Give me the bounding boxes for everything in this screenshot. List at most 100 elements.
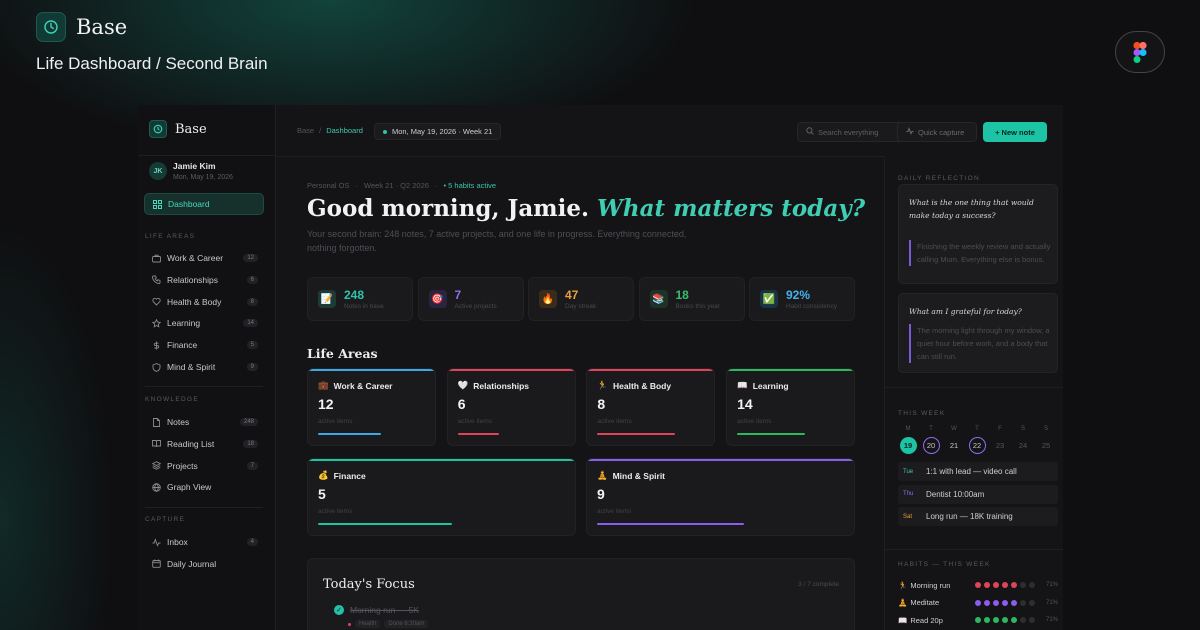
sidebar-item-health-and-body[interactable]: Health & Body 8 — [151, 295, 258, 309]
life-area-card-learning[interactable]: 📖 Learning 14 active items — [726, 368, 856, 446]
habit-dot[interactable] — [993, 599, 999, 606]
accent-line — [308, 459, 575, 461]
sidebar-item-dashboard[interactable]: Dashboard — [144, 193, 264, 215]
stat-card[interactable]: 🔥 47 Day streak — [528, 277, 634, 321]
figma-icon[interactable] — [1115, 31, 1165, 73]
habits-active-badge: • 5 habits active — [443, 181, 497, 190]
habit-dot[interactable] — [1002, 617, 1008, 623]
habit-dot[interactable] — [984, 582, 990, 588]
habit-dot[interactable] — [984, 599, 990, 606]
sidebar-item-notes[interactable]: Notes 248 — [151, 415, 258, 429]
divider — [138, 155, 275, 156]
calendar-day[interactable]: 23 — [992, 437, 1009, 454]
habit-dot[interactable] — [975, 599, 981, 606]
life-area-icon: 🏃 — [597, 380, 608, 390]
habit-row[interactable]: 🏃 Morning run 71% — [898, 579, 1058, 591]
habit-dot[interactable] — [993, 617, 999, 623]
reflection-card[interactable]: What is the one thing that would make to… — [898, 184, 1058, 284]
quick-capture-button[interactable]: Quick capture — [897, 122, 977, 142]
check-icon[interactable]: ✓ — [334, 605, 344, 615]
focus-task[interactable]: ✓ Morning run — 5K — [334, 605, 419, 615]
life-area-count: 12 — [318, 396, 334, 412]
life-area-sub: active items — [318, 418, 353, 425]
sidebar-item-projects[interactable]: Projects 7 — [151, 459, 258, 473]
habit-dot[interactable] — [1029, 617, 1035, 623]
sidebar-item-inbox[interactable]: Inbox 4 — [151, 535, 258, 549]
event-day: Thu — [903, 491, 914, 497]
sidebar-item-learning[interactable]: Learning 14 — [151, 316, 258, 330]
habit-dot[interactable] — [975, 582, 981, 588]
life-area-card-health-and-body[interactable]: 🏃 Health & Body 8 active items — [586, 368, 716, 446]
sidebar-item-mind-and-spirit[interactable]: Mind & Spirit 9 — [151, 360, 258, 374]
app-window: Base JK Jamie Kim Mon, May 19, 2026 Dash… — [138, 105, 1063, 630]
life-area-icon: 🤍 — [457, 380, 469, 390]
habits-active-text: 5 habits active — [448, 181, 497, 190]
habit-dot[interactable] — [1020, 599, 1026, 606]
habit-dot[interactable] — [1029, 582, 1035, 588]
calendar-day[interactable]: 20 — [922, 437, 940, 454]
habit-dots — [975, 599, 1035, 606]
stat-card[interactable]: ✅ 92% Habit consistency — [749, 277, 855, 321]
hero-eyebrow: Personal OS · Week 21 · Q2 2026 · • 5 ha… — [307, 181, 496, 190]
breadcrumb-current[interactable]: Dashboard — [326, 126, 363, 135]
calendar-day[interactable]: 24 — [1015, 437, 1032, 454]
life-area-card-mind-and-spirit[interactable]: 🧘 Mind & Spirit 9 active items — [586, 458, 855, 536]
stat-label: Books this year — [675, 303, 720, 310]
habit-dot[interactable] — [993, 582, 999, 588]
calendar-day[interactable]: 25 — [1038, 437, 1055, 454]
sidebar-item-reading-list[interactable]: Reading List 18 — [151, 437, 258, 451]
life-area-title-text: Health & Body — [612, 380, 672, 391]
count-badge: 8 — [246, 297, 258, 306]
habit-dot[interactable] — [1020, 582, 1026, 588]
stat-card[interactable]: 📚 18 Books this year — [638, 277, 745, 321]
stat-card[interactable]: 📝 248 Notes in base — [307, 277, 413, 321]
search-placeholder: Search everything — [818, 127, 879, 137]
habit-dot[interactable] — [1029, 599, 1035, 606]
life-area-card-finance[interactable]: 💰 Finance 5 active items — [307, 458, 576, 536]
eyebrow-item: Personal OS — [307, 181, 350, 190]
gratitude-card[interactable]: What am I grateful for today? The mornin… — [898, 293, 1058, 373]
habit-dot[interactable] — [984, 617, 990, 623]
sidebar-item-work-and-career[interactable]: Work & Career 12 — [151, 251, 258, 265]
habit-row[interactable]: 🧘 Meditate 71% — [898, 597, 1058, 609]
habit-dot[interactable] — [1011, 582, 1017, 588]
life-area-card-work-and-career[interactable]: 💼 Work & Career 12 active items — [307, 368, 436, 446]
sidebar-brand[interactable]: Base — [149, 120, 207, 138]
habit-dot[interactable] — [1020, 617, 1026, 623]
calendar-day[interactable]: 19 — [899, 437, 917, 454]
sidebar-item-daily-journal[interactable]: Daily Journal — [151, 557, 258, 571]
life-area-count: 14 — [737, 396, 753, 412]
calendar-icon — [151, 559, 161, 569]
date-chip-text: Mon, May 19, 2026 · Week 21 — [392, 127, 493, 136]
life-area-sub: active items — [597, 508, 632, 515]
habit-dot[interactable] — [1011, 617, 1017, 623]
calendar-event[interactable]: Tue 1:1 with lead — video call — [898, 462, 1058, 481]
banner-subtitle: Life Dashboard / Second Brain — [36, 54, 268, 73]
habit-dot[interactable] — [975, 617, 981, 623]
habit-dot[interactable] — [1011, 599, 1017, 606]
breadcrumb: Base / Dashboard — [297, 126, 363, 135]
calendar-event[interactable]: Thu Dentist 10:00am — [898, 484, 1058, 504]
sidebar-item-relationships[interactable]: Relationships 6 — [151, 273, 258, 287]
gratitude-question: What am I grateful for today? — [909, 307, 1022, 316]
calendar-day[interactable]: 21 — [946, 437, 963, 454]
question-text: What matters today? — [597, 195, 866, 222]
life-area-count: 5 — [318, 486, 326, 502]
habit-label-text: Meditate — [910, 598, 940, 607]
new-note-button[interactable]: + New note — [983, 122, 1047, 142]
clock-icon — [36, 12, 66, 42]
habit-dot[interactable] — [1002, 599, 1008, 606]
breadcrumb-root[interactable]: Base — [297, 126, 314, 135]
life-area-title: 💰 Finance — [318, 470, 366, 481]
habit-row[interactable]: 📖 Read 20p 71% — [898, 614, 1058, 626]
sidebar-item-label: Learning — [167, 318, 201, 329]
life-area-card-relationships[interactable]: 🤍 Relationships 6 active items — [446, 368, 576, 446]
user-profile[interactable]: JK Jamie Kim Mon, May 19, 2026 — [149, 161, 233, 181]
sidebar-item-graph-view[interactable]: Graph View — [151, 480, 258, 494]
sidebar-item-finance[interactable]: Finance 5 — [151, 338, 258, 352]
calendar-day[interactable]: 22 — [968, 437, 986, 454]
habit-dot[interactable] — [1002, 582, 1008, 588]
habit-label: 📖 Read 20p — [898, 616, 975, 625]
calendar-event[interactable]: Sat Long run — 18K training — [898, 507, 1058, 526]
stat-card[interactable]: 🎯 7 Active projects — [417, 277, 524, 321]
